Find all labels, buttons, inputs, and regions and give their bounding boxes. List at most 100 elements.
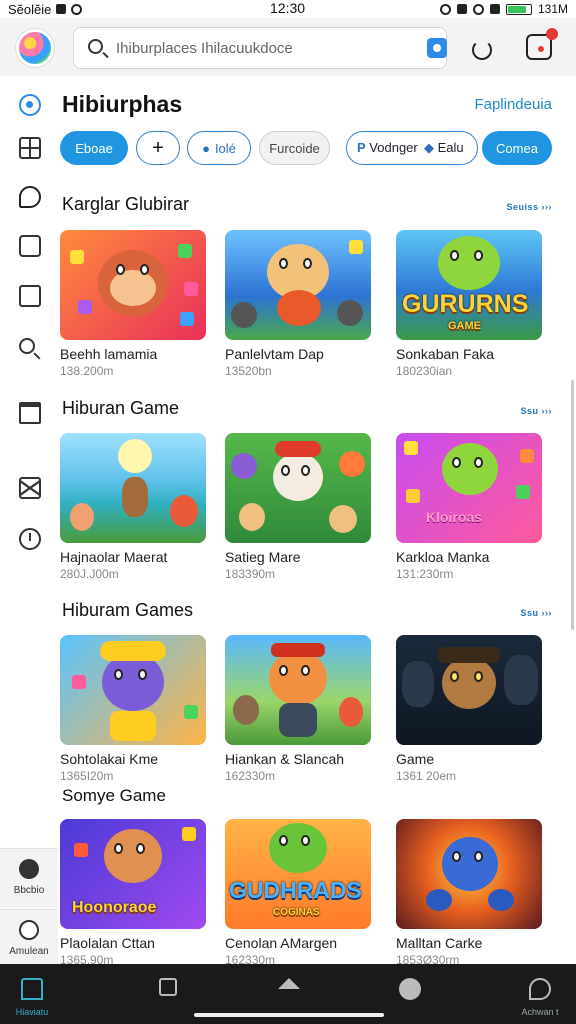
game-meta: 183390m: [225, 567, 276, 581]
see-more-link[interactable]: Seuiss ›››: [506, 202, 552, 212]
sync-icon: [71, 3, 83, 15]
nav-home[interactable]: Hiaviatu: [0, 964, 72, 1024]
game-card[interactable]: Beehh lamamia 138.200m: [60, 230, 214, 378]
camera-icon[interactable]: [427, 38, 447, 58]
grid-icon[interactable]: [19, 137, 41, 159]
game-card[interactable]: Sohtolakai Kme 1365I20m: [60, 635, 214, 783]
message-icon[interactable]: [19, 285, 41, 307]
see-more-link[interactable]: Ssu ›››: [521, 406, 553, 416]
smile-icon: [19, 920, 39, 940]
battery-text: 131M: [537, 2, 568, 16]
game-thumbnail: [396, 819, 542, 929]
notification-badge: [546, 28, 558, 40]
chat-bubble-icon: [399, 978, 421, 1000]
chip-group-item[interactable]: ◆ Ealu: [424, 140, 464, 156]
sidebar-bottom-label: Amulean: [9, 946, 49, 957]
square-icon: [159, 978, 177, 996]
game-meta: 180230ian: [396, 364, 453, 378]
status-bar: Sĕolĕie 12:30 131M: [0, 0, 576, 18]
status-time: 12:30: [270, 0, 306, 16]
game-title: Sohtolakai Kme: [60, 751, 159, 767]
nav-account[interactable]: Achwan t: [500, 964, 576, 1024]
game-logo-text: Hoonoraoe: [72, 899, 157, 916]
game-meta: 138.200m: [60, 364, 114, 378]
signal-icon: [489, 4, 500, 14]
home-icon: [21, 978, 43, 1000]
game-card[interactable]: Malltan Carke 1853Ø30rm: [396, 819, 550, 967]
top-app-bar: [0, 18, 576, 76]
header-link[interactable]: Faplindeuia: [474, 96, 552, 113]
game-thumbnail: GUDHRADS COGINAS: [225, 819, 371, 929]
search-input[interactable]: [116, 36, 366, 60]
game-thumbnail: [60, 635, 206, 745]
game-card[interactable]: Satieg Mare 183390m: [225, 433, 379, 581]
game-thumbnail: [225, 635, 371, 745]
profile-icon[interactable]: [19, 94, 41, 116]
game-card[interactable]: Hajnaolar Maerat 280J.J00m: [60, 433, 214, 581]
sidebar: Bbcbio Amulean: [0, 76, 58, 969]
game-title: Plaolalan Cttan: [60, 935, 155, 951]
shield-icon: ●: [202, 140, 210, 156]
chip-group[interactable]: P Vodnger ◆ Ealu: [346, 131, 478, 165]
game-thumbnail: [225, 230, 371, 340]
chip-group-item[interactable]: P Vodnger: [357, 140, 418, 155]
game-meta: 280J.J00m: [60, 567, 119, 581]
game-thumbnail: GURURNS GAME: [396, 230, 542, 340]
app-logo-icon[interactable]: [16, 29, 54, 67]
refresh-icon[interactable]: [472, 40, 492, 60]
game-thumbnail: Hoonoraoe: [60, 819, 206, 929]
search-bar[interactable]: [73, 27, 492, 69]
game-meta: 1365I20m: [60, 769, 114, 783]
section-title: Hiburam Games: [62, 600, 194, 620]
game-thumbnail: [396, 635, 542, 745]
game-thumbnail: [60, 433, 206, 543]
chat-icon[interactable]: [19, 186, 41, 208]
game-meta: 1361 20em: [396, 769, 457, 783]
game-logo-text: Kloiroas: [426, 509, 483, 525]
game-logo-text: GUDHRADS: [229, 877, 362, 903]
game-logo-text: GURURNS: [402, 290, 529, 318]
circle-icon: [19, 859, 39, 879]
game-thumbnail: [225, 433, 371, 543]
game-card[interactable]: Panlelvtam Dap 13520bn: [225, 230, 379, 378]
game-thumbnail: [60, 230, 206, 340]
wifi-icon: [472, 3, 484, 15]
status-carrier-text: Sĕolĕie: [8, 1, 52, 17]
game-card[interactable]: GURURNS GAME Sonkaban Faka 180230ian: [396, 230, 550, 378]
search-icon: [88, 39, 103, 54]
notification-icon: [56, 4, 67, 14]
sidebar-bottom-item-1[interactable]: Bbcbio: [0, 848, 58, 908]
game-card[interactable]: Hoonoraoe Plaolalan Cttan 1365.90m: [60, 819, 214, 967]
chip-filter[interactable]: Comea: [482, 131, 552, 165]
chip-filter[interactable]: ● Iolé: [187, 131, 251, 165]
home-indicator[interactable]: [194, 1013, 384, 1017]
account-icon: [529, 978, 551, 1000]
sidebar-bottom-item-2[interactable]: Amulean: [0, 909, 58, 969]
see-more-link[interactable]: Ssu ›››: [521, 608, 553, 618]
game-card[interactable]: Game 1361 20em: [396, 635, 550, 783]
game-logo-subtext: GAME: [448, 320, 481, 332]
store-icon[interactable]: [19, 402, 41, 424]
add-chip-button[interactable]: +: [136, 131, 180, 165]
game-title: Panlelvtam Dap: [225, 346, 324, 362]
search-icon[interactable]: [19, 338, 35, 354]
clock-icon[interactable]: [19, 528, 41, 550]
game-card[interactable]: Hiankan & Slancah 162330m: [225, 635, 379, 783]
section-title: Hiburan Game: [62, 398, 180, 418]
game-title: Sonkaban Faka: [396, 346, 495, 362]
game-title: Satieg Mare: [225, 549, 301, 565]
game-thumbnail: Kloiroas: [396, 433, 542, 543]
mail-icon[interactable]: [19, 477, 41, 499]
game-card[interactable]: Kloiroas Karkloa Manka 131:230rm: [396, 433, 550, 581]
chip-filter[interactable]: Furcoide: [259, 131, 330, 165]
house-icon: [278, 978, 300, 989]
battery-icon: [505, 3, 532, 15]
scrollbar[interactable]: [571, 380, 574, 630]
bag-icon[interactable]: [19, 235, 41, 257]
game-title: Cenolan AMargen: [225, 935, 338, 951]
game-card[interactable]: GUDHRADS COGINAS Cenolan AMargen 162330m: [225, 819, 379, 967]
page-title: Hibiurphas: [62, 91, 183, 117]
chip-filter[interactable]: Eboae: [60, 131, 128, 165]
game-title: Hajnaolar Maerat: [60, 549, 168, 565]
vibrate-icon: [456, 4, 467, 14]
